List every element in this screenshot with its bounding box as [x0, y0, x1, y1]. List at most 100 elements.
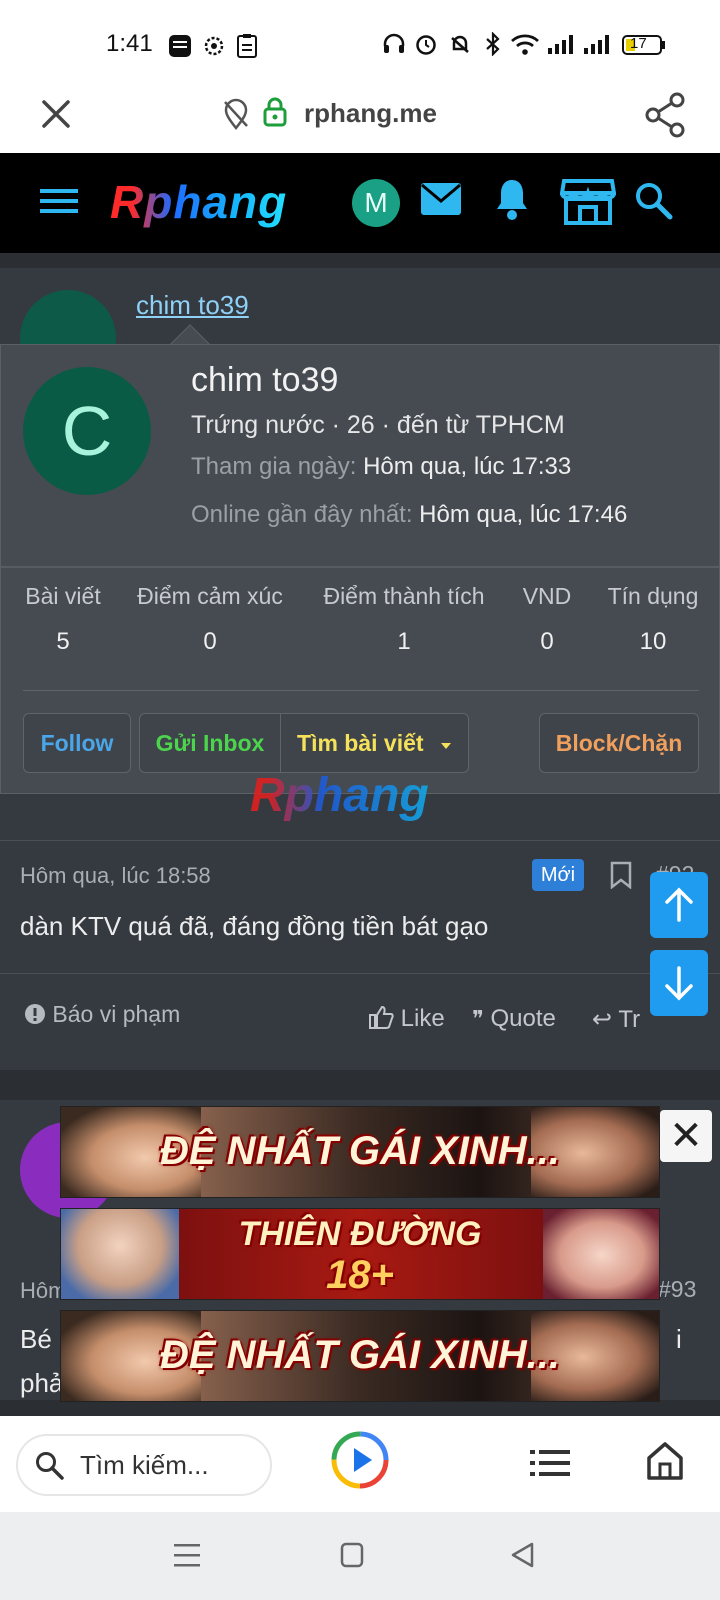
search-icon: [34, 1450, 66, 1487]
report-label: Báo vi phạm: [52, 1001, 181, 1027]
quote-button[interactable]: ❞ Quote: [472, 1005, 556, 1033]
stat-label: Điểm cảm xúc: [137, 583, 283, 609]
member-card: C chim to39 Trứng nước · 26 · đến từ TPH…: [0, 344, 720, 794]
url-host[interactable]: rphang.me: [304, 98, 437, 129]
ad-close-button[interactable]: ✕: [660, 1110, 712, 1162]
find-posts-button[interactable]: Tìm bài viết: [280, 714, 468, 772]
member-online: Online gần đây nhất: Hôm qua, lúc 17:46: [191, 501, 627, 529]
block-button[interactable]: Block/Chặn: [539, 713, 699, 773]
stat-value: 0: [203, 628, 217, 655]
quote-icon: ❞: [472, 1006, 484, 1031]
stat-value: 1: [397, 628, 411, 655]
post-body: phả: [20, 1368, 64, 1398]
ad-banner[interactable]: ĐỆ NHẤT GÁI XINH...: [60, 1106, 660, 1198]
ad-subtext: 18+: [326, 1253, 394, 1297]
stat-label: Tín dụng: [607, 583, 699, 609]
user-avatar[interactable]: M: [352, 179, 400, 227]
stat-reactions: Điểm cảm xúc 0: [133, 583, 287, 656]
close-icon[interactable]: [36, 94, 76, 134]
status-time: 1:41: [106, 30, 153, 57]
ad-text: ĐỆ NHẤT GÁI XINH...: [159, 1129, 561, 1173]
status-bar: 1:41 17: [0, 0, 720, 80]
send-inbox-button[interactable]: Gửi Inbox: [140, 714, 280, 772]
reply-label: Tr: [618, 1006, 641, 1033]
watermark-logo: Rphang: [250, 769, 429, 822]
divider: [23, 690, 699, 691]
ad-banner[interactable]: ĐỆ NHẤT GÁI XINH...: [60, 1310, 660, 1402]
like-button[interactable]: Like: [368, 1005, 445, 1033]
inbox-icon[interactable]: [420, 181, 462, 222]
post-body: dàn KTV quá đã, đáng đồng tiền bát gạo: [20, 911, 489, 941]
notification-bell-icon[interactable]: [494, 177, 530, 226]
search-placeholder: Tìm kiếm...: [80, 1450, 209, 1480]
ad-banner[interactable]: THIÊN ĐƯỜNG 18+: [60, 1208, 660, 1300]
site-header: Rphang M: [0, 153, 720, 253]
home-icon[interactable]: [646, 1440, 684, 1487]
stat-label: Điểm thành tích: [323, 583, 485, 609]
search-input[interactable]: Tìm kiếm...: [16, 1434, 272, 1496]
list-icon[interactable]: [530, 1446, 570, 1485]
post-time[interactable]: Hôm qua, lúc 18:58: [20, 863, 211, 889]
stat-value: 5: [56, 628, 70, 655]
post-body: i: [676, 1324, 682, 1354]
reply-button[interactable]: ↩ Tr: [592, 1005, 640, 1034]
member-subtitle: Trứng nước · 26 · đến từ TPHCM: [191, 411, 565, 439]
member-name[interactable]: chim to39: [191, 361, 338, 400]
signal-icon-2: [582, 32, 610, 61]
follow-button[interactable]: Follow: [23, 713, 131, 773]
report-link[interactable]: Báo vi phạm: [24, 1001, 180, 1028]
settings-icon: [202, 34, 226, 63]
alarm-icon: [414, 32, 438, 61]
battery-icon: 17: [622, 34, 666, 61]
back-icon[interactable]: [510, 1542, 534, 1573]
stat-trophy: Điểm thành tích 1: [319, 583, 489, 656]
post-username[interactable]: chim to39: [136, 290, 249, 321]
quote-label: Quote: [490, 1005, 556, 1032]
stat-value: 10: [639, 628, 667, 655]
member-joined: Tham gia ngày: Hôm qua, lúc 17:33: [191, 453, 571, 481]
find-posts-label: Tìm bài viết: [297, 730, 424, 756]
stat-label: Bài viết: [25, 583, 101, 609]
post-body: Bé: [20, 1324, 52, 1354]
online-value: Hôm qua, lúc 17:46: [419, 501, 628, 528]
ad-text: THIÊN ĐƯỜNG: [238, 1215, 482, 1253]
post-92: Hôm qua, lúc 18:58 Mới #92 dàn KTV quá đ…: [0, 840, 720, 1070]
stat-posts: Bài viết 5: [23, 583, 103, 656]
play-icon[interactable]: [330, 1430, 390, 1495]
thumbs-up-icon: [369, 1005, 394, 1029]
member-avatar[interactable]: C: [23, 367, 151, 495]
home-button-icon[interactable]: [340, 1542, 364, 1573]
url-bar: rphang.me: [0, 80, 720, 153]
news-app-icon: [168, 34, 192, 63]
scroll-down-button[interactable]: [650, 950, 708, 1016]
stat-value: 0: [540, 628, 554, 655]
scroll-up-button[interactable]: [650, 872, 708, 938]
post-number[interactable]: #93: [658, 1276, 696, 1303]
clipboard-icon: [236, 33, 258, 64]
browser-bottom-bar: Tìm kiếm...: [0, 1416, 720, 1512]
new-badge: Mới: [532, 859, 584, 891]
share-icon[interactable]: [644, 92, 686, 138]
stat-vnd: VND 0: [517, 583, 577, 656]
member-stats: Bài viết 5 Điểm cảm xúc 0 Điểm thành tíc…: [1, 583, 719, 673]
location-off-icon: [222, 98, 250, 135]
store-icon[interactable]: [559, 177, 617, 230]
alert-icon: [25, 1004, 45, 1024]
menu-icon[interactable]: [40, 183, 78, 224]
headphones-icon: [382, 32, 406, 61]
reply-icon: ↩: [592, 1006, 613, 1033]
like-label: Like: [400, 1005, 445, 1032]
stat-label: VND: [522, 583, 572, 609]
bluetooth-icon: [484, 31, 502, 61]
divider: [0, 973, 720, 974]
recent-apps-icon[interactable]: [174, 1542, 200, 1573]
caret-down-icon: [440, 714, 452, 772]
site-logo[interactable]: Rphang: [110, 175, 287, 229]
ad-text: ĐỆ NHẤT GÁI XINH...: [159, 1333, 561, 1377]
arrow-down-icon: [665, 966, 693, 1001]
divider: [1, 566, 719, 568]
search-icon[interactable]: [634, 181, 674, 226]
battery-level: 17: [630, 35, 647, 52]
online-label: Online gần đây nhất:: [191, 501, 413, 528]
bookmark-icon[interactable]: [610, 861, 632, 894]
